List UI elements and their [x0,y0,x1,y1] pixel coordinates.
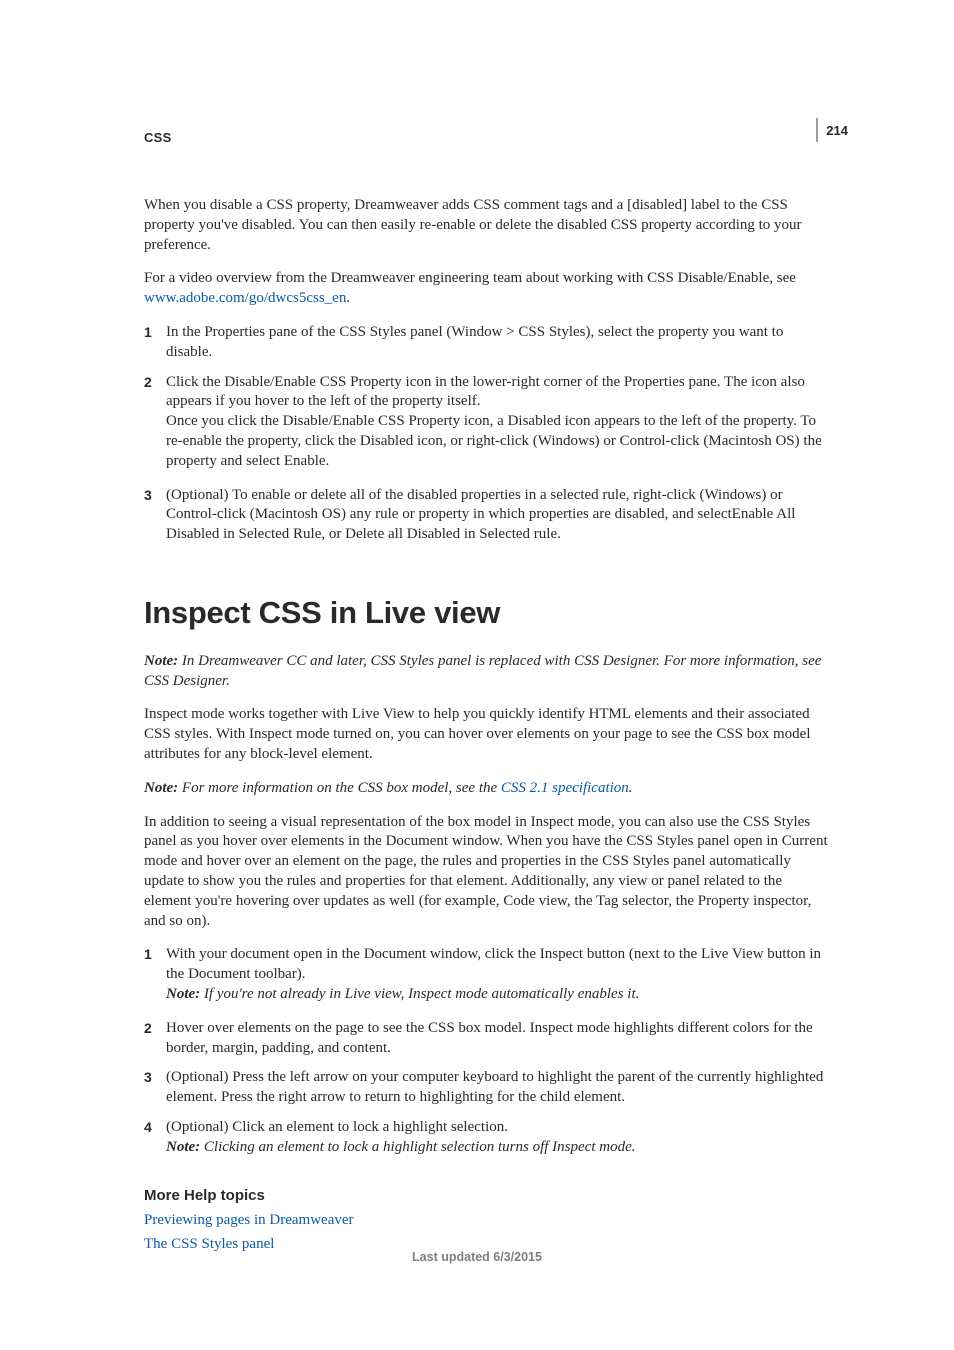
page-number: 214 [826,123,848,138]
step-text: (Optional) Click an element to lock a hi… [166,1119,508,1135]
paragraph: When you disable a CSS property, Dreamwe… [144,196,832,255]
footer-last-updated: Last updated 6/3/2015 [0,1250,954,1264]
steps-list-inspect: With your document open in the Document … [144,945,832,1157]
page-number-wrap: 214 [816,118,848,142]
note-label: Note: [166,1139,204,1155]
link-css-spec[interactable]: CSS 2.1 specification [501,780,629,796]
text: For more information on the CSS box mode… [182,780,501,796]
note: Note: For more information on the CSS bo… [144,779,832,799]
step-item: (Optional) To enable or delete all of th… [144,486,832,545]
step-text: (Optional) To enable or delete all of th… [166,487,795,543]
note-label: Note: [166,986,204,1002]
step-item: Click the Disable/Enable CSS Property ic… [144,373,832,472]
note-body: For more information on the CSS box mode… [182,780,633,796]
page-content: When you disable a CSS property, Dreamwe… [144,196,832,1259]
link-video-overview[interactable]: www.adobe.com/go/dwcs5css_en [144,290,346,306]
more-help-heading: More Help topics [144,1186,832,1206]
step-text: (Optional) Press the left arrow on your … [166,1069,823,1105]
note-label: Note: [144,780,182,796]
step-text: In the Properties pane of the CSS Styles… [166,324,783,360]
note-label: Note: [144,653,182,669]
note: Note: In Dreamweaver CC and later, CSS S… [144,652,832,692]
paragraph: For a video overview from the Dreamweave… [144,269,832,309]
steps-list-disable-enable: In the Properties pane of the CSS Styles… [144,323,832,545]
step-item: In the Properties pane of the CSS Styles… [144,323,832,363]
paragraph: Inspect mode works together with Live Vi… [144,705,832,764]
link-previewing-pages[interactable]: Previewing pages in Dreamweaver [144,1211,832,1231]
step-item: (Optional) Press the left arrow on your … [144,1068,832,1108]
paragraph: In addition to seeing a visual represent… [144,813,832,932]
text: For a video overview from the Dreamweave… [144,270,796,286]
text: . [629,780,633,796]
step-text: Click the Disable/Enable CSS Property ic… [166,374,805,410]
note-body: In Dreamweaver CC and later, CSS Styles … [144,653,821,689]
text: . [346,290,350,306]
breadcrumb: CSS [144,130,172,145]
step-item: (Optional) Click an element to lock a hi… [144,1118,832,1158]
step-item: With your document open in the Document … [144,945,832,1004]
note-body: If you're not already in Live view, Insp… [204,986,639,1002]
note-body: Clicking an element to lock a highlight … [204,1139,636,1155]
step-text: Hover over elements on the page to see t… [166,1020,813,1056]
note: Note: If you're not already in Live view… [166,985,832,1005]
note: Note: Clicking an element to lock a high… [166,1138,832,1158]
section-title-inspect-css: Inspect CSS in Live view [144,593,832,634]
step-text: With your document open in the Document … [166,946,821,982]
step-item: Hover over elements on the page to see t… [144,1019,832,1059]
step-body: Once you click the Disable/Enable CSS Pr… [166,412,832,471]
